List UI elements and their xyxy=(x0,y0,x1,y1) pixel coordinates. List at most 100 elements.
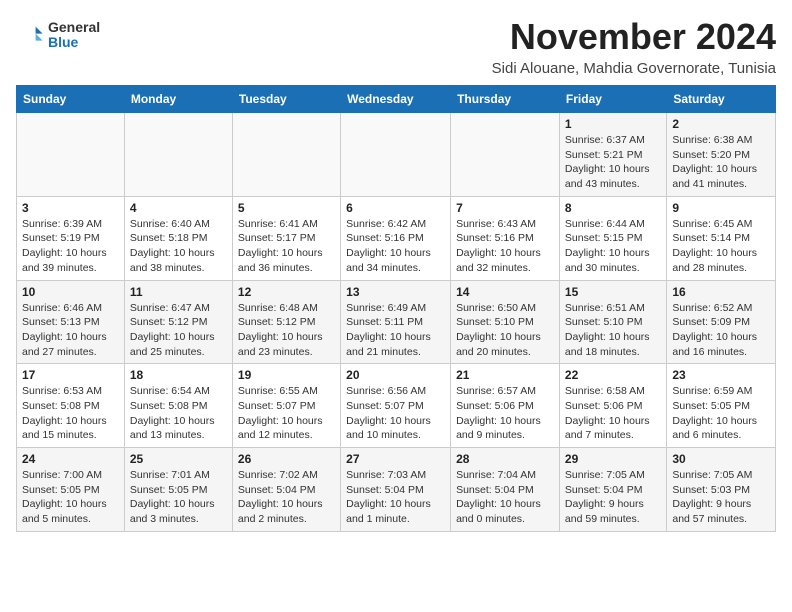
day-number: 19 xyxy=(238,368,335,382)
calendar-cell: 7 Sunrise: 6:43 AM Sunset: 5:16 PM Daylig… xyxy=(451,196,560,280)
calendar-cell: 8Sunrise: 6:44 AM Sunset: 5:15 PM Daylig… xyxy=(559,196,666,280)
day-info: Sunrise: 6:49 AM Sunset: 5:11 PM Dayligh… xyxy=(346,301,445,360)
day-info: Sunrise: 7:02 AM Sunset: 5:04 PM Dayligh… xyxy=(238,468,335,527)
calendar-table: SundayMondayTuesdayWednesdayThursdayFrid… xyxy=(16,85,776,532)
day-number: 4 xyxy=(130,201,227,215)
day-number: 7 xyxy=(456,201,554,215)
day-number: 29 xyxy=(565,452,661,466)
calendar-cell xyxy=(341,113,451,197)
location-subtitle: Sidi Alouane, Mahdia Governorate, Tunisi… xyxy=(492,60,776,77)
calendar-week-row: 10 Sunrise: 6:46 AM Sunset: 5:13 PM Dayli… xyxy=(17,280,776,364)
calendar-week-row: 3 Sunrise: 6:39 AM Sunset: 5:19 PM Daylig… xyxy=(17,196,776,280)
calendar-cell: 14 Sunrise: 6:50 AM Sunset: 5:10 PM Dayli… xyxy=(451,280,560,364)
day-info: Sunrise: 7:01 AM Sunset: 5:05 PM Dayligh… xyxy=(130,468,227,527)
day-number: 18 xyxy=(130,368,227,382)
day-number: 5 xyxy=(238,201,335,215)
calendar-cell: 29Sunrise: 7:05 AM Sunset: 5:04 PM Dayli… xyxy=(559,448,666,532)
logo-blue: Blue xyxy=(48,35,100,50)
day-info: Sunrise: 6:56 AM Sunset: 5:07 PM Dayligh… xyxy=(346,384,445,443)
day-info: Sunrise: 6:44 AM Sunset: 5:15 PM Dayligh… xyxy=(565,217,661,276)
day-number: 15 xyxy=(565,285,661,299)
day-number: 6 xyxy=(346,201,445,215)
day-number: 9 xyxy=(672,201,770,215)
day-number: 11 xyxy=(130,285,227,299)
day-info: Sunrise: 6:38 AM Sunset: 5:20 PM Dayligh… xyxy=(672,133,770,192)
day-info: Sunrise: 7:04 AM Sunset: 5:04 PM Dayligh… xyxy=(456,468,554,527)
calendar-cell: 25 Sunrise: 7:01 AM Sunset: 5:05 PM Dayli… xyxy=(124,448,232,532)
day-number: 17 xyxy=(22,368,119,382)
day-info: Sunrise: 6:47 AM Sunset: 5:12 PM Dayligh… xyxy=(130,301,227,360)
calendar-week-row: 17 Sunrise: 6:53 AM Sunset: 5:08 PM Dayli… xyxy=(17,364,776,448)
calendar-cell: 24 Sunrise: 7:00 AM Sunset: 5:05 PM Dayli… xyxy=(17,448,125,532)
calendar-cell: 5 Sunrise: 6:41 AM Sunset: 5:17 PM Daylig… xyxy=(232,196,340,280)
day-number: 12 xyxy=(238,285,335,299)
day-number: 2 xyxy=(672,117,770,131)
day-info: Sunrise: 6:43 AM Sunset: 5:16 PM Dayligh… xyxy=(456,217,554,276)
calendar-cell: 27 Sunrise: 7:03 AM Sunset: 5:04 PM Dayli… xyxy=(341,448,451,532)
calendar-cell: 21Sunrise: 6:57 AM Sunset: 5:06 PM Dayli… xyxy=(451,364,560,448)
day-info: Sunrise: 6:39 AM Sunset: 5:19 PM Dayligh… xyxy=(22,217,119,276)
calendar-cell: 4 Sunrise: 6:40 AM Sunset: 5:18 PM Daylig… xyxy=(124,196,232,280)
calendar-cell: 11 Sunrise: 6:47 AM Sunset: 5:12 PM Dayli… xyxy=(124,280,232,364)
day-info: Sunrise: 6:42 AM Sunset: 5:16 PM Dayligh… xyxy=(346,217,445,276)
day-info: Sunrise: 7:00 AM Sunset: 5:05 PM Dayligh… xyxy=(22,468,119,527)
day-number: 27 xyxy=(346,452,445,466)
calendar-cell xyxy=(232,113,340,197)
calendar-cell: 9 Sunrise: 6:45 AM Sunset: 5:14 PM Daylig… xyxy=(667,196,776,280)
calendar-cell: 6 Sunrise: 6:42 AM Sunset: 5:16 PM Daylig… xyxy=(341,196,451,280)
day-number: 23 xyxy=(672,368,770,382)
day-info: Sunrise: 6:55 AM Sunset: 5:07 PM Dayligh… xyxy=(238,384,335,443)
day-info: Sunrise: 7:05 AM Sunset: 5:03 PM Dayligh… xyxy=(672,468,770,527)
day-number: 28 xyxy=(456,452,554,466)
calendar-cell: 20 Sunrise: 6:56 AM Sunset: 5:07 PM Dayli… xyxy=(341,364,451,448)
calendar-cell: 15Sunrise: 6:51 AM Sunset: 5:10 PM Dayli… xyxy=(559,280,666,364)
column-header-monday: Monday xyxy=(124,86,232,113)
calendar-cell: 22Sunrise: 6:58 AM Sunset: 5:06 PM Dayli… xyxy=(559,364,666,448)
day-number: 3 xyxy=(22,201,119,215)
day-info: Sunrise: 6:48 AM Sunset: 5:12 PM Dayligh… xyxy=(238,301,335,360)
day-number: 1 xyxy=(565,117,661,131)
day-info: Sunrise: 6:53 AM Sunset: 5:08 PM Dayligh… xyxy=(22,384,119,443)
day-number: 24 xyxy=(22,452,119,466)
month-title: November 2024 xyxy=(492,16,776,58)
day-number: 20 xyxy=(346,368,445,382)
day-number: 13 xyxy=(346,285,445,299)
calendar-cell: 16 Sunrise: 6:52 AM Sunset: 5:09 PM Dayli… xyxy=(667,280,776,364)
calendar-cell: 23 Sunrise: 6:59 AM Sunset: 5:05 PM Dayli… xyxy=(667,364,776,448)
column-header-thursday: Thursday xyxy=(451,86,560,113)
calendar-cell: 18 Sunrise: 6:54 AM Sunset: 5:08 PM Dayli… xyxy=(124,364,232,448)
calendar-cell xyxy=(451,113,560,197)
day-info: Sunrise: 6:58 AM Sunset: 5:06 PM Dayligh… xyxy=(565,384,661,443)
calendar-header-row: SundayMondayTuesdayWednesdayThursdayFrid… xyxy=(17,86,776,113)
calendar-cell: 10 Sunrise: 6:46 AM Sunset: 5:13 PM Dayli… xyxy=(17,280,125,364)
title-block: November 2024 Sidi Alouane, Mahdia Gover… xyxy=(492,16,776,77)
day-info: Sunrise: 7:03 AM Sunset: 5:04 PM Dayligh… xyxy=(346,468,445,527)
day-info: Sunrise: 6:59 AM Sunset: 5:05 PM Dayligh… xyxy=(672,384,770,443)
logo-icon xyxy=(16,21,44,49)
column-header-friday: Friday xyxy=(559,86,666,113)
column-header-wednesday: Wednesday xyxy=(341,86,451,113)
column-header-tuesday: Tuesday xyxy=(232,86,340,113)
day-number: 25 xyxy=(130,452,227,466)
page-header: General Blue November 2024 Sidi Alouane,… xyxy=(16,16,776,77)
calendar-cell: 30Sunrise: 7:05 AM Sunset: 5:03 PM Dayli… xyxy=(667,448,776,532)
logo-text: General Blue xyxy=(48,20,100,51)
day-info: Sunrise: 6:45 AM Sunset: 5:14 PM Dayligh… xyxy=(672,217,770,276)
calendar-cell: 28 Sunrise: 7:04 AM Sunset: 5:04 PM Dayli… xyxy=(451,448,560,532)
day-number: 14 xyxy=(456,285,554,299)
day-info: Sunrise: 6:41 AM Sunset: 5:17 PM Dayligh… xyxy=(238,217,335,276)
day-info: Sunrise: 6:46 AM Sunset: 5:13 PM Dayligh… xyxy=(22,301,119,360)
calendar-cell xyxy=(17,113,125,197)
calendar-cell: 13 Sunrise: 6:49 AM Sunset: 5:11 PM Dayli… xyxy=(341,280,451,364)
logo-general: General xyxy=(48,20,100,35)
day-info: Sunrise: 6:50 AM Sunset: 5:10 PM Dayligh… xyxy=(456,301,554,360)
day-number: 26 xyxy=(238,452,335,466)
day-number: 16 xyxy=(672,285,770,299)
calendar-week-row: 24 Sunrise: 7:00 AM Sunset: 5:05 PM Dayli… xyxy=(17,448,776,532)
day-number: 10 xyxy=(22,285,119,299)
day-info: Sunrise: 6:57 AM Sunset: 5:06 PM Dayligh… xyxy=(456,384,554,443)
calendar-week-row: 1Sunrise: 6:37 AM Sunset: 5:21 PM Daylig… xyxy=(17,113,776,197)
day-info: Sunrise: 6:54 AM Sunset: 5:08 PM Dayligh… xyxy=(130,384,227,443)
day-info: Sunrise: 6:52 AM Sunset: 5:09 PM Dayligh… xyxy=(672,301,770,360)
day-info: Sunrise: 6:40 AM Sunset: 5:18 PM Dayligh… xyxy=(130,217,227,276)
